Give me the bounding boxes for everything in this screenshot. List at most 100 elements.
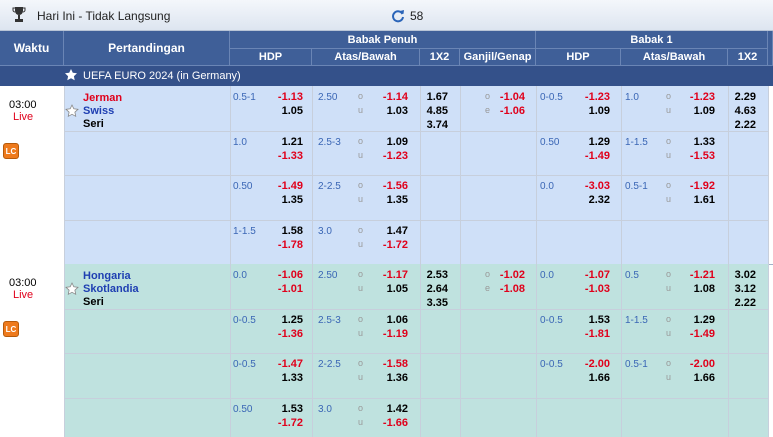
favorite-star-icon[interactable] (65, 282, 79, 296)
header-match: Pertandingan (64, 31, 230, 66)
half-under-odds[interactable]: 1.61 (675, 194, 715, 206)
half-1x2-odds[interactable]: 2.29 (716, 91, 756, 103)
half-over-odds[interactable]: -1.21 (675, 269, 715, 281)
refresh-icon[interactable] (391, 9, 405, 23)
half-1x2-odds[interactable]: 2.22 (716, 119, 756, 131)
full-under-odds[interactable]: -1.19 (368, 328, 408, 340)
half-over-odds[interactable]: 1.33 (675, 136, 715, 148)
home-team[interactable]: Jerman (83, 92, 122, 104)
half-under-odds[interactable]: -1.49 (675, 328, 715, 340)
half-over-odds[interactable]: -2.00 (675, 358, 715, 370)
row-divider (64, 175, 768, 176)
full-over-odds[interactable]: 1.42 (368, 403, 408, 415)
half-hdp-away-odds[interactable]: 1.09 (570, 105, 610, 117)
odd-even-odds[interactable]: -1.04 (485, 91, 525, 103)
half-under-odds[interactable]: 1.09 (675, 105, 715, 117)
full-hdp-away-odds[interactable]: -1.01 (263, 283, 303, 295)
full-hdp-away-odds[interactable]: -1.72 (263, 417, 303, 429)
under-label: u (666, 149, 672, 160)
half-over-odds[interactable]: 1.29 (675, 314, 715, 326)
half-hdp-away-odds[interactable]: 2.32 (570, 194, 610, 206)
header-half-hdp: HDP (536, 49, 621, 66)
half-hdp-home-odds[interactable]: -3.03 (570, 180, 610, 192)
half-1x2-odds[interactable]: 3.02 (716, 269, 756, 281)
full-over-odds[interactable]: -1.17 (368, 269, 408, 281)
half-hdp-away-odds[interactable]: -1.49 (570, 150, 610, 162)
half-under-odds[interactable]: -1.53 (675, 150, 715, 162)
half-hdp-home-odds[interactable]: -1.07 (570, 269, 610, 281)
full-over-odds[interactable]: -1.58 (368, 358, 408, 370)
under-label: u (358, 105, 364, 115)
away-team[interactable]: Skotlandia (83, 283, 139, 295)
half-under-odds[interactable]: 1.66 (675, 372, 715, 384)
full-hdp-away-odds[interactable]: -1.33 (263, 150, 303, 162)
over-label: o (666, 313, 672, 324)
full-hdp-away-odds[interactable]: 1.33 (263, 372, 303, 384)
full-1x2-odds[interactable]: 4.85 (408, 105, 448, 117)
full-hdp-home-odds[interactable]: 1.53 (263, 403, 303, 415)
draw-label: Seri (83, 296, 104, 308)
odd-even-odds[interactable]: -1.08 (485, 283, 525, 295)
full-under-odds[interactable]: -1.72 (368, 239, 408, 251)
full-under-odds[interactable]: -1.66 (368, 417, 408, 429)
full-over-odds[interactable]: 1.47 (368, 225, 408, 237)
league-header[interactable]: UEFA EURO 2024 (in Germany) (0, 66, 773, 86)
star-icon[interactable] (64, 68, 78, 82)
over-label: o (358, 269, 364, 279)
full-hdp-home-odds[interactable]: -1.06 (263, 269, 303, 281)
full-under-odds[interactable]: 1.35 (368, 194, 408, 206)
half-hdp-home-odds[interactable]: 1.53 (570, 314, 610, 326)
half-hdp-away-odds[interactable]: -1.03 (570, 283, 610, 295)
full-hdp-away-odds[interactable]: 1.05 (263, 105, 303, 117)
full-hdp-home-odds[interactable]: 1.58 (263, 225, 303, 237)
full-1x2-odds[interactable]: 2.64 (408, 283, 448, 295)
header-first-half: Babak 1 (536, 31, 768, 49)
live-center-icon[interactable]: LC (3, 321, 19, 337)
full-over-odds[interactable]: -1.56 (368, 180, 408, 192)
full-under-odds[interactable]: -1.23 (368, 150, 408, 162)
full-hdp-away-odds[interactable]: -1.78 (263, 239, 303, 251)
full-1x2-odds[interactable]: 3.74 (408, 119, 448, 131)
full-hdp-home-odds[interactable]: -1.49 (263, 180, 303, 192)
full-hdp-home-odds[interactable]: 1.21 (263, 136, 303, 148)
half-1x2-odds[interactable]: 4.63 (716, 105, 756, 117)
header-full-ou: Atas/Bawah (312, 49, 420, 66)
full-under-odds[interactable]: 1.05 (368, 283, 408, 295)
full-over-odds[interactable]: 1.06 (368, 314, 408, 326)
full-ou-line: 2-2.5 (318, 359, 341, 370)
full-1x2-odds[interactable]: 2.53 (408, 269, 448, 281)
match-time: 03:00 (9, 277, 37, 289)
favorite-star-icon[interactable] (65, 104, 79, 118)
full-1x2-odds[interactable]: 3.35 (408, 297, 448, 309)
full-hdp-home-odds[interactable]: -1.13 (263, 91, 303, 103)
full-hdp-home-odds[interactable]: -1.47 (263, 358, 303, 370)
home-team[interactable]: Hongaria (83, 270, 131, 282)
half-hdp-away-odds[interactable]: 1.66 (570, 372, 610, 384)
half-over-odds[interactable]: -1.23 (675, 91, 715, 103)
full-hdp-away-odds[interactable]: 1.35 (263, 194, 303, 206)
half-over-odds[interactable]: -1.92 (675, 180, 715, 192)
half-ou-line: 0.5 (625, 270, 639, 281)
odd-even-odds[interactable]: -1.06 (485, 105, 525, 117)
full-hdp-home-odds[interactable]: 1.25 (263, 314, 303, 326)
half-hdp-home-odds[interactable]: -1.23 (570, 91, 610, 103)
full-over-odds[interactable]: -1.14 (368, 91, 408, 103)
full-over-odds[interactable]: 1.09 (368, 136, 408, 148)
half-ou-line: 0.5-1 (625, 359, 648, 370)
half-1x2-odds[interactable]: 2.22 (716, 297, 756, 309)
odd-even-odds[interactable]: -1.02 (485, 269, 525, 281)
half-under-odds[interactable]: 1.08 (675, 283, 715, 295)
half-1x2-odds[interactable]: 3.12 (716, 283, 756, 295)
full-ou-line: 2.5-3 (318, 314, 341, 326)
column-divider (768, 86, 769, 437)
live-center-icon[interactable]: LC (3, 143, 19, 159)
full-1x2-odds[interactable]: 1.67 (408, 91, 448, 103)
away-team[interactable]: Swiss (83, 105, 114, 117)
half-hdp-away-odds[interactable]: -1.81 (570, 328, 610, 340)
half-hdp-home-odds[interactable]: 1.29 (570, 136, 610, 148)
full-hdp-away-odds[interactable]: -1.36 (263, 328, 303, 340)
half-hdp-home-odds[interactable]: -2.00 (570, 358, 610, 370)
full-under-odds[interactable]: 1.03 (368, 105, 408, 117)
full-under-odds[interactable]: 1.36 (368, 372, 408, 384)
under-label: u (358, 327, 364, 338)
